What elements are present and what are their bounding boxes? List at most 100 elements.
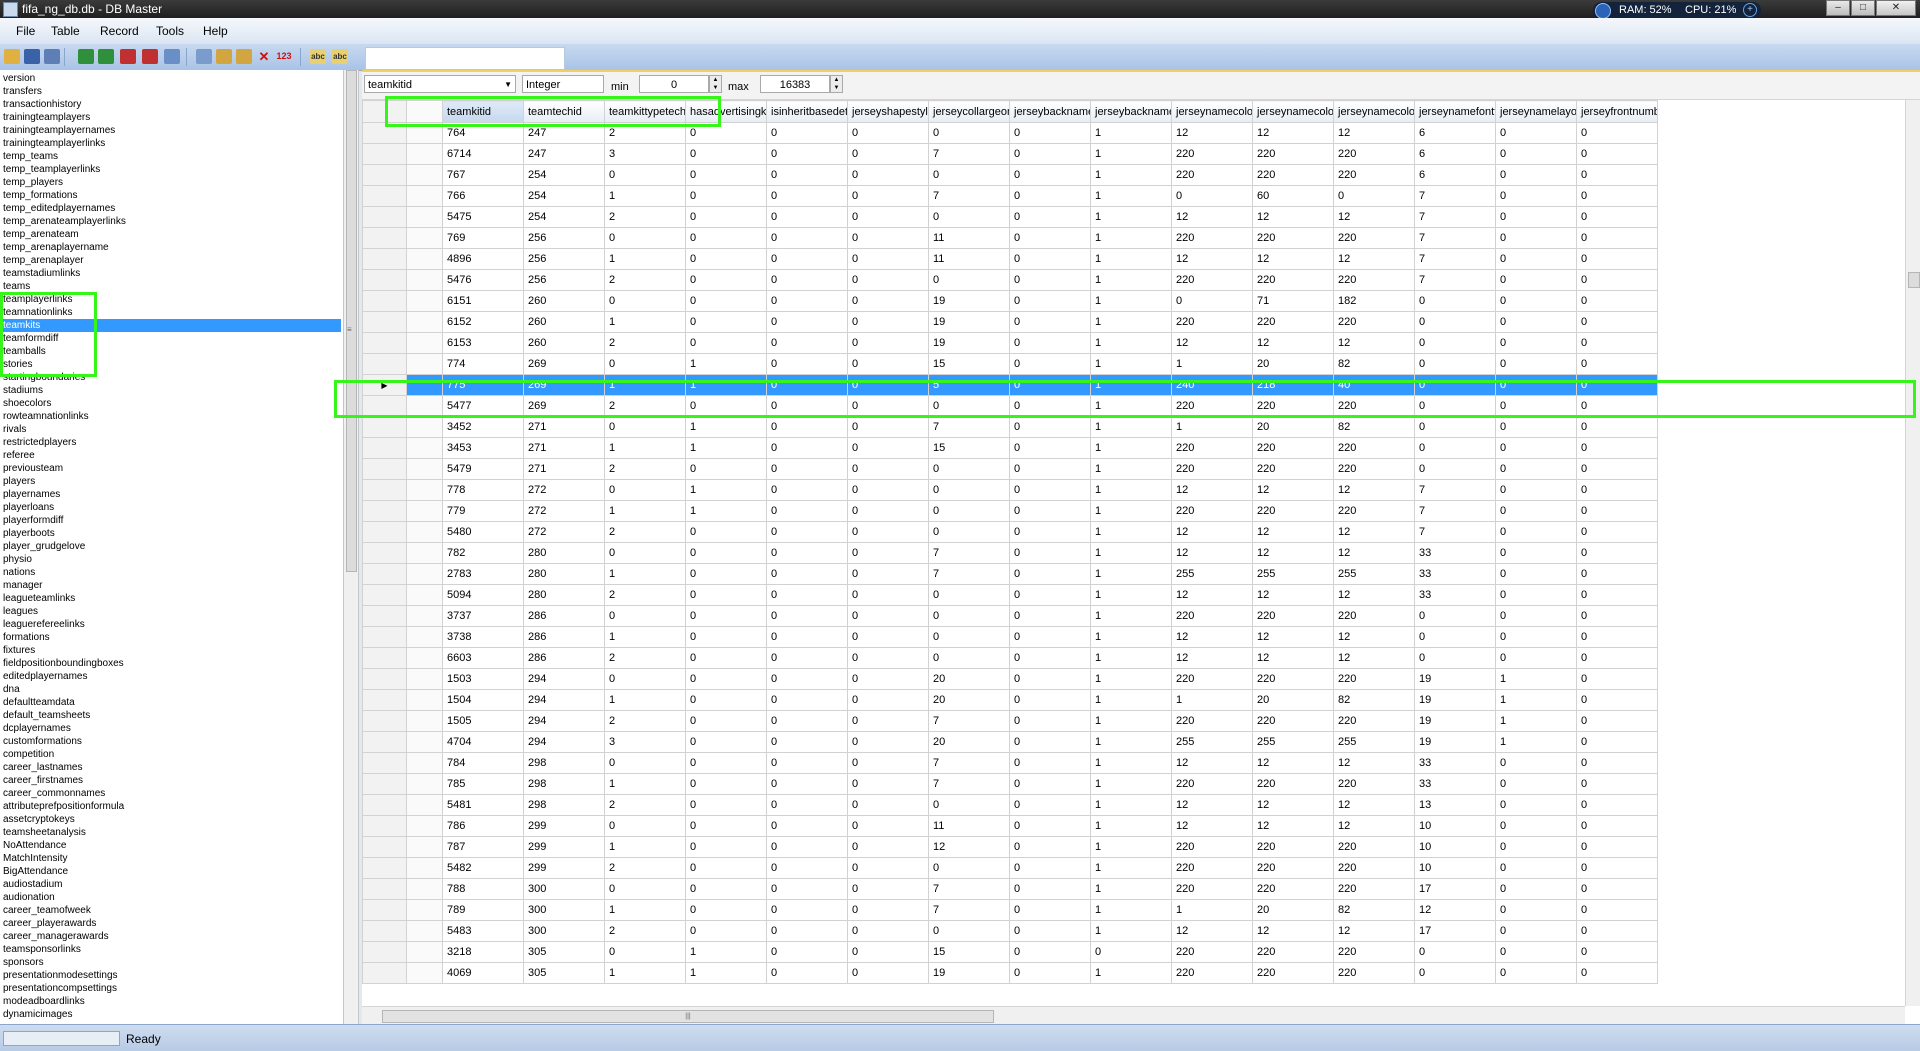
table-cell[interactable]: 6 [1414, 164, 1496, 186]
table-cell[interactable]: 220 [1333, 143, 1415, 165]
table-cell[interactable]: 220 [1333, 668, 1415, 690]
table-cell[interactable]: 0 [766, 836, 848, 858]
table-cell[interactable]: 12 [1252, 122, 1334, 144]
table-cell[interactable]: 12 [1333, 248, 1415, 270]
table-cell[interactable]: 0 [847, 248, 929, 270]
table-cell[interactable]: 0 [1414, 941, 1496, 963]
table-cell[interactable]: 220 [1171, 941, 1253, 963]
table-cell[interactable]: 0 [1576, 311, 1658, 333]
table-cell[interactable]: 1 [1090, 668, 1172, 690]
find-icon[interactable]: abc [310, 49, 326, 64]
table-cell[interactable]: 1 [685, 374, 767, 396]
table-cell[interactable]: 12 [1333, 584, 1415, 606]
table-cell[interactable]: 0 [1495, 857, 1577, 879]
table-cell[interactable]: 0 [685, 668, 767, 690]
table-cell[interactable]: 220 [1333, 941, 1415, 963]
table-cell[interactable]: 0 [847, 584, 929, 606]
table-cell[interactable]: 0 [1495, 374, 1577, 396]
table-row[interactable]: ▶ 775 269 1 1 0 0 5 0 1 240 218 40 0 0 0 [362, 374, 1658, 396]
import-all-icon[interactable] [98, 49, 114, 64]
table-cell[interactable]: 0 [766, 122, 848, 144]
table-cell[interactable]: 0 [685, 206, 767, 228]
table-cell[interactable]: 0 [928, 269, 1010, 291]
table-cell[interactable]: 15 [928, 437, 1010, 459]
min-input[interactable]: 0 [639, 75, 709, 93]
save-icon[interactable] [24, 49, 40, 64]
row-header[interactable] [362, 332, 407, 354]
table-cell[interactable]: 0 [1495, 185, 1577, 207]
table-list-item[interactable]: sponsors [0, 956, 341, 969]
table-cell[interactable]: 1 [1090, 143, 1172, 165]
table-list-item[interactable]: teamplayerlinks [0, 293, 341, 306]
table-list-item[interactable]: shoecolors [0, 397, 341, 410]
table-cell[interactable]: 0 [847, 689, 929, 711]
table-cell[interactable]: 7 [928, 542, 1010, 564]
table-cell[interactable]: 12 [1333, 206, 1415, 228]
grid-vertical-scrollbar[interactable] [1905, 100, 1920, 1006]
table-cell[interactable]: 0 [928, 458, 1010, 480]
table-list-item[interactable]: temp_teams [0, 150, 341, 163]
table-cell[interactable]: 6151 [442, 290, 524, 312]
table-cell[interactable]: 0 [685, 731, 767, 753]
table-cell[interactable]: 1 [1171, 353, 1253, 375]
table-cell[interactable]: 247 [523, 122, 605, 144]
row-header[interactable] [362, 899, 407, 921]
table-list-item[interactable]: temp_arenaplayer [0, 254, 341, 267]
table-cell[interactable]: 0 [1414, 332, 1496, 354]
table-cell[interactable]: 0 [1009, 521, 1091, 543]
table-cell[interactable]: 0 [1495, 962, 1577, 984]
row-header[interactable] [362, 815, 407, 837]
table-cell[interactable]: 254 [523, 185, 605, 207]
table-cell[interactable]: 269 [523, 395, 605, 417]
table-cell[interactable]: 769 [442, 227, 524, 249]
row-header[interactable] [362, 437, 407, 459]
table-cell[interactable]: 0 [766, 626, 848, 648]
table-cell[interactable]: 0 [685, 794, 767, 816]
column-header-teamtechid[interactable]: teamtechid [523, 100, 605, 123]
table-cell[interactable]: 12 [1171, 206, 1253, 228]
table-cell[interactable]: 0 [1414, 311, 1496, 333]
row-header[interactable] [362, 542, 407, 564]
table-cell[interactable]: 0 [604, 815, 686, 837]
open-icon[interactable] [4, 49, 20, 64]
table-cell[interactable]: 1 [1090, 395, 1172, 417]
table-cell[interactable]: 0 [685, 563, 767, 585]
table-cell[interactable]: 0 [1576, 290, 1658, 312]
table-cell[interactable]: 0 [685, 143, 767, 165]
table-cell[interactable]: 0 [685, 458, 767, 480]
table-cell[interactable]: 0 [1576, 458, 1658, 480]
save-as-icon[interactable] [44, 49, 60, 64]
table-cell[interactable]: 1 [685, 479, 767, 501]
search-input[interactable] [365, 47, 565, 70]
table-cell[interactable]: 0 [847, 206, 929, 228]
table-cell[interactable]: 294 [523, 689, 605, 711]
table-row[interactable]: 5479 271 2 0 0 0 0 0 1 220 220 220 0 0 0 [362, 458, 1658, 480]
table-cell[interactable]: 5 [928, 374, 1010, 396]
table-cell[interactable]: 7 [928, 710, 1010, 732]
table-cell[interactable]: 0 [1009, 731, 1091, 753]
table-row[interactable]: 3452 271 0 1 0 0 7 0 1 1 20 82 0 0 0 [362, 416, 1658, 438]
row-header[interactable] [362, 647, 407, 669]
row-header[interactable] [362, 920, 407, 942]
numeric-icon[interactable]: 123 [276, 49, 292, 64]
table-cell[interactable]: 0 [928, 500, 1010, 522]
table-cell[interactable]: 82 [1333, 416, 1415, 438]
table-cell[interactable]: 20 [928, 668, 1010, 690]
column-header-jerseyshapestyle[interactable]: jerseyshapestyle [847, 100, 929, 123]
column-header-teamkittypetechid[interactable]: teamkittypetechid [604, 100, 686, 123]
table-list-item[interactable]: temp_arenaplayername [0, 241, 341, 254]
table-cell[interactable]: 0 [847, 647, 929, 669]
table-cell[interactable]: 82 [1333, 689, 1415, 711]
table-cell[interactable]: 3 [604, 731, 686, 753]
paste-icon[interactable] [216, 49, 232, 64]
table-cell[interactable]: 220 [1252, 773, 1334, 795]
table-cell[interactable]: 0 [685, 605, 767, 627]
table-cell[interactable]: 0 [766, 248, 848, 270]
table-cell[interactable]: 19 [928, 332, 1010, 354]
table-cell[interactable]: 0 [766, 164, 848, 186]
table-cell[interactable]: 0 [1495, 563, 1577, 585]
table-cell[interactable]: 33 [1414, 773, 1496, 795]
menu-table[interactable]: Table [51, 24, 80, 38]
table-row[interactable]: 6151 260 0 0 0 0 19 0 1 0 71 182 0 0 0 [362, 290, 1658, 312]
table-cell[interactable]: 1 [1090, 857, 1172, 879]
